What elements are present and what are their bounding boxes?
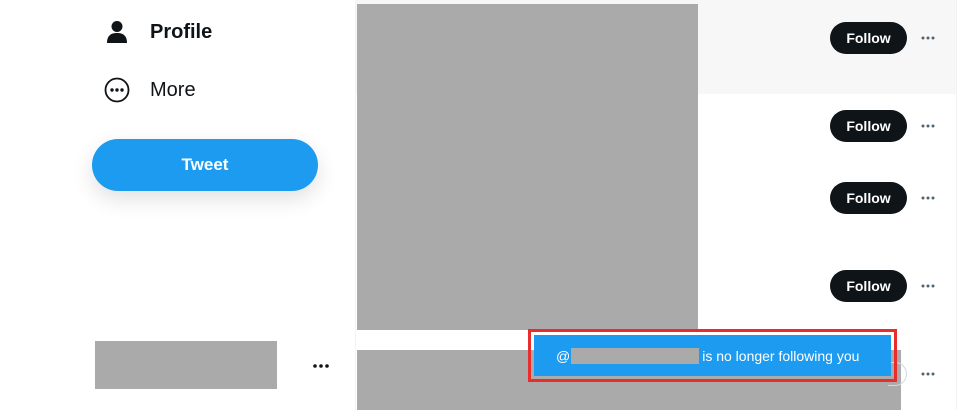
follow-button[interactable]: Follow bbox=[830, 22, 907, 54]
more-options-icon[interactable] bbox=[917, 276, 939, 296]
more-options-icon[interactable] bbox=[917, 364, 939, 384]
column-divider bbox=[956, 0, 957, 410]
follow-button[interactable]: Follow bbox=[830, 270, 907, 302]
more-options-icon[interactable] bbox=[917, 188, 939, 208]
sidebar-item-more[interactable]: More bbox=[104, 70, 196, 110]
more-circle-icon bbox=[104, 77, 130, 103]
toast-at-sign: @ bbox=[556, 347, 571, 364]
follow-button[interactable]: Follow bbox=[830, 110, 907, 142]
tweet-button[interactable]: Tweet bbox=[92, 139, 318, 191]
redacted-content bbox=[357, 4, 698, 330]
more-options-icon[interactable] bbox=[917, 28, 939, 48]
account-switcher-redacted[interactable] bbox=[95, 341, 277, 389]
follow-button[interactable]: Follow bbox=[830, 182, 907, 214]
redacted-username bbox=[571, 347, 700, 364]
sidebar-item-label: Profile bbox=[150, 20, 213, 43]
sidebar-item-label: More bbox=[150, 78, 196, 101]
person-icon bbox=[104, 19, 130, 45]
more-options-icon[interactable] bbox=[917, 116, 939, 136]
toast-notification: @ is no longer following you bbox=[534, 335, 891, 376]
sidebar-item-profile[interactable]: Profile bbox=[104, 12, 212, 52]
account-more-icon[interactable] bbox=[308, 356, 334, 376]
toast-message: is no longer following you bbox=[702, 347, 860, 364]
